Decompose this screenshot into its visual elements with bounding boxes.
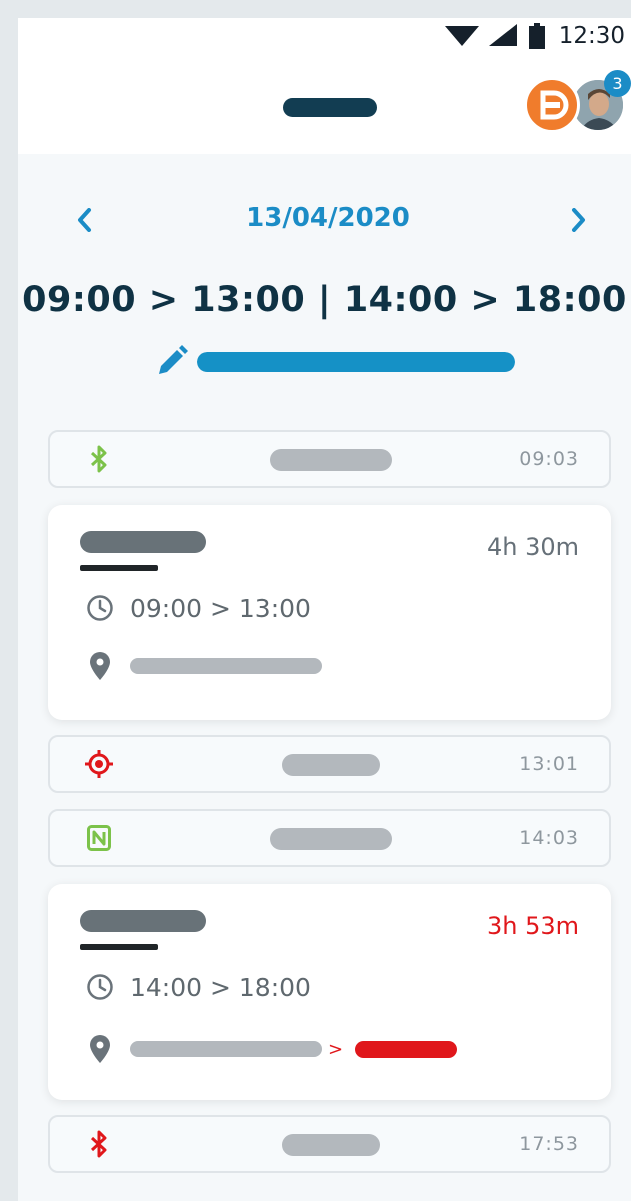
shift-title-underline	[80, 565, 158, 571]
bluetooth-icon	[90, 1130, 107, 1158]
shift-title-placeholder	[80, 910, 206, 932]
avatar-group[interactable]: 3	[524, 70, 631, 136]
event-time: 17:53	[519, 1133, 579, 1155]
chevron-left-icon	[78, 208, 91, 232]
shift-card[interactable]: 4h 30m 09:00 > 13:00	[48, 505, 611, 720]
app-logo-bar	[283, 98, 377, 117]
shift-time-row: 14:00 > 18:00	[86, 970, 311, 1004]
nfc-icon	[87, 825, 111, 851]
shift-title-underline	[80, 944, 158, 950]
pencil-icon[interactable]	[155, 344, 189, 378]
next-day-button[interactable]	[563, 204, 595, 236]
date-navigation: 13/04/2020	[18, 200, 631, 240]
notification-badge: 3	[604, 70, 631, 97]
timeline-event-nfc[interactable]: 14:03	[48, 809, 611, 867]
schedule-progress-fill	[197, 352, 515, 372]
shift-time-range: 09:00 > 13:00	[130, 593, 311, 623]
gps-target-icon	[85, 750, 113, 778]
shift-duration: 3h 53m	[486, 912, 579, 940]
clock-icon	[87, 595, 113, 621]
event-label-placeholder	[270, 449, 392, 471]
shift-time-row: 09:00 > 13:00	[86, 591, 311, 625]
window-frame-top	[0, 0, 631, 18]
shift-card[interactable]: 3h 53m 14:00 > 18:00 >	[48, 884, 611, 1100]
location-placeholder	[130, 658, 322, 674]
location-pin-icon	[90, 1035, 110, 1063]
schedule-progress-bar	[197, 352, 515, 372]
shift-duration: 4h 30m	[486, 533, 579, 561]
location-mismatch-placeholder	[355, 1040, 458, 1058]
shift-time-range: 14:00 > 18:00	[130, 972, 311, 1002]
shift-location-row	[90, 651, 322, 681]
timeline-event-gps[interactable]: 13:01	[48, 735, 611, 793]
brand-avatar[interactable]	[524, 77, 580, 133]
status-bar: 12:30	[444, 18, 631, 54]
chevron-right-icon	[572, 208, 585, 232]
window-frame-left	[0, 0, 18, 1201]
location-pin-icon	[90, 652, 110, 680]
previous-day-button[interactable]	[68, 204, 100, 236]
brand-logo-icon	[540, 90, 569, 120]
event-label-placeholder	[282, 1134, 380, 1156]
battery-icon	[528, 23, 545, 49]
event-time: 13:01	[519, 753, 579, 775]
event-time: 14:03	[519, 827, 579, 849]
event-label-placeholder	[282, 754, 380, 776]
event-label-placeholder	[270, 828, 392, 850]
timeline-event-bluetooth[interactable]: 09:03	[48, 430, 611, 488]
clock-icon	[87, 974, 113, 1000]
location-placeholder	[130, 1041, 322, 1057]
shift-title-placeholder	[80, 531, 206, 553]
status-time: 12:30	[558, 23, 625, 49]
event-time: 09:03	[519, 448, 579, 470]
location-mismatch-arrow: >	[328, 1038, 344, 1060]
current-date[interactable]: 13/04/2020	[168, 203, 488, 233]
shift-location-row: >	[90, 1034, 458, 1064]
schedule-hours: 09:00 > 13:00 | 14:00 > 18:00	[22, 280, 627, 320]
app-header: 12:30 3	[18, 18, 631, 154]
phone-screen: 12:30 3 13/04/2020 09:00 > 13:00 | 14:00…	[18, 18, 631, 1201]
wifi-icon	[444, 26, 479, 46]
timeline-event-bluetooth[interactable]: 17:53	[48, 1115, 611, 1173]
bluetooth-icon	[90, 445, 107, 473]
signal-icon	[488, 24, 517, 46]
